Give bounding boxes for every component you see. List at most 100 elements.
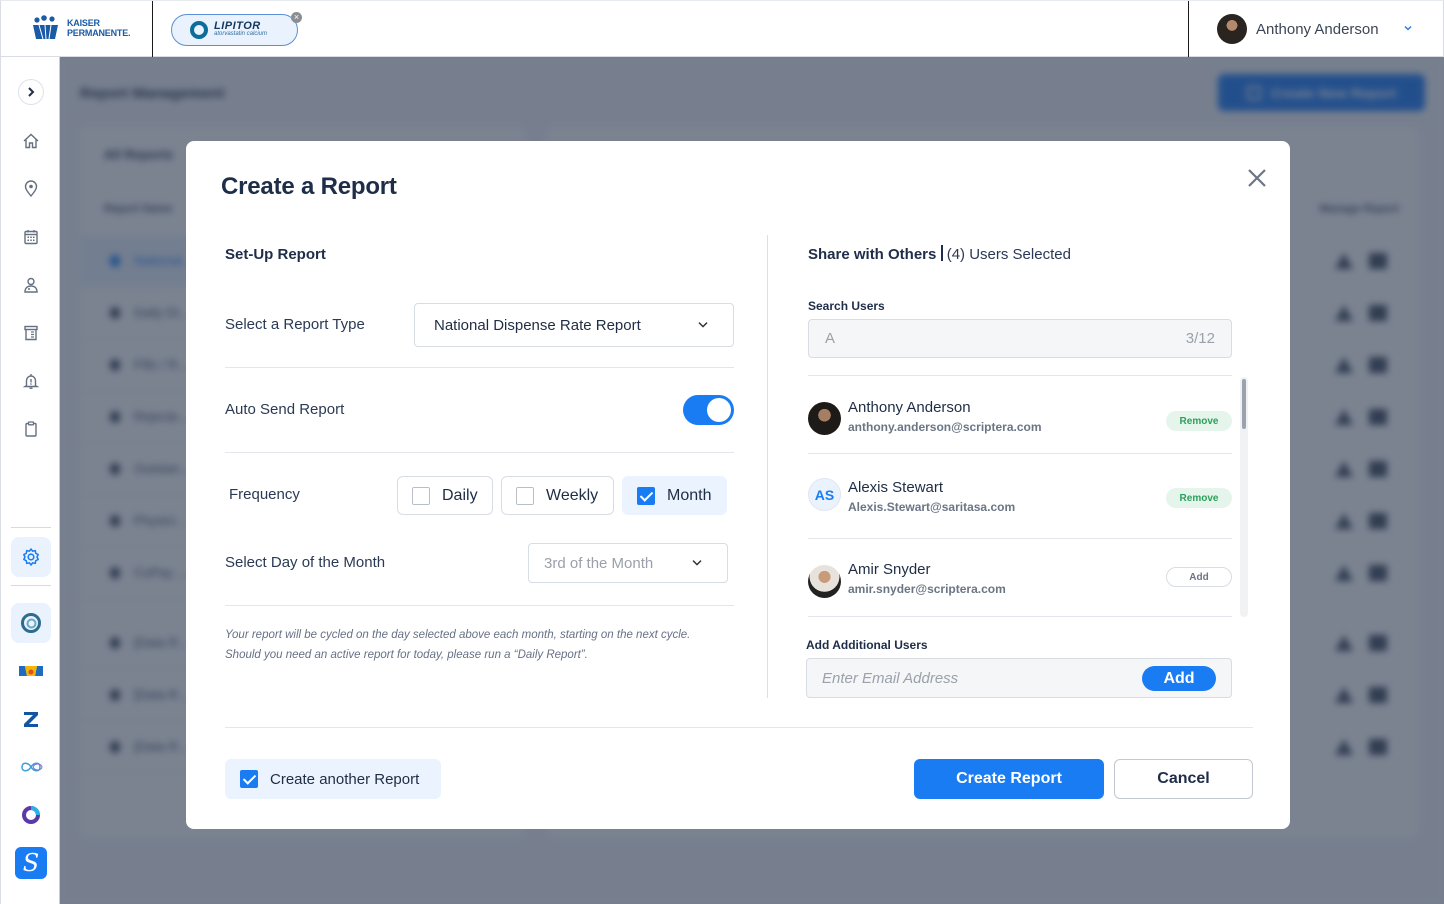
- checkbox-daily[interactable]: [412, 486, 430, 505]
- sidebar-divider: [11, 585, 51, 586]
- app-circle[interactable]: [15, 799, 47, 831]
- frequency-weekly-label: Weekly: [546, 486, 599, 504]
- infinity-app-icon: [21, 762, 43, 772]
- lipitor-app-icon: [21, 613, 41, 633]
- day-of-month-label: Select Day of the Month: [225, 554, 386, 571]
- app-z[interactable]: [15, 703, 47, 735]
- checkbox-create-another[interactable]: [240, 770, 258, 788]
- list-item: Anthony Anderson anthony.anderson@script…: [808, 375, 1232, 455]
- create-another-option[interactable]: Create another Report: [225, 759, 441, 799]
- scrollbar-thumb[interactable]: [1242, 379, 1246, 429]
- frequency-option-weekly[interactable]: Weekly: [501, 476, 614, 515]
- search-result-count: 3/12: [1185, 330, 1215, 347]
- brand-chip-name: LIPITOR: [214, 20, 261, 32]
- sidebar-item-archive[interactable]: [15, 317, 47, 349]
- chevron-down-icon[interactable]: [1403, 23, 1413, 33]
- z-app-icon: [24, 712, 38, 727]
- auto-send-toggle[interactable]: [683, 395, 734, 425]
- user-name: Amir Snyder: [848, 561, 931, 578]
- brand-chip-subtitle: atorvastatin calcium: [214, 31, 268, 37]
- sidebar-item-physicians[interactable]: [15, 269, 47, 301]
- avatar: [808, 565, 841, 598]
- sidebar: S: [0, 57, 60, 904]
- divider: [808, 616, 1232, 617]
- lipitor-logo-icon: [190, 21, 208, 39]
- divider: [225, 605, 734, 606]
- sidebar-item-calendar[interactable]: [15, 221, 47, 253]
- column-divider: [767, 235, 768, 698]
- chevron-down-icon: [698, 322, 708, 328]
- setup-section-title: Set-Up Report: [225, 246, 326, 263]
- close-icon[interactable]: [1244, 165, 1270, 191]
- sidebar-divider: [11, 527, 51, 528]
- doctor-icon: [24, 277, 38, 293]
- location-pin-icon: [24, 180, 38, 198]
- kaiser-permanente-logo[interactable]: KAISER PERMANENTE.: [31, 15, 131, 41]
- avatar-initials: AS: [808, 478, 841, 511]
- user-email: anthony.anderson@scriptera.com: [848, 420, 1042, 434]
- day-of-month-select[interactable]: 3rd of the Month: [528, 543, 728, 583]
- report-type-select[interactable]: National Dispense Rate Report: [414, 303, 734, 347]
- add-user-button[interactable]: Add: [1166, 567, 1232, 587]
- sidebar-item-clipboard[interactable]: [15, 413, 47, 445]
- calendar-icon: [24, 230, 38, 245]
- sidebar-item-alerts[interactable]: [15, 365, 47, 397]
- share-title-label: Share with Others: [808, 246, 937, 263]
- sidebar-expand-button[interactable]: [18, 79, 44, 105]
- logo-line-2: PERMANENTE.: [67, 28, 131, 38]
- frequency-option-month[interactable]: Month: [622, 476, 727, 515]
- chevron-right-icon: [28, 87, 35, 97]
- remove-user-button[interactable]: Remove: [1166, 411, 1232, 431]
- frequency-label: Frequency: [229, 486, 300, 503]
- checkbox-weekly[interactable]: [516, 486, 534, 505]
- header-divider: [1188, 1, 1189, 58]
- sidebar-item-locations[interactable]: [15, 173, 47, 205]
- share-title: Share with Others (4) Users Selected: [808, 245, 1071, 263]
- clipboard-icon: [25, 421, 37, 437]
- home-icon: [23, 133, 39, 149]
- divider: [225, 727, 1253, 728]
- avatar: [808, 402, 841, 435]
- auto-send-label: Auto Send Report: [225, 401, 345, 418]
- archive-icon: [24, 325, 38, 341]
- kaiser-logo-icon: [33, 15, 58, 40]
- user-name: Anthony Anderson: [848, 399, 971, 416]
- header-divider: [152, 1, 153, 58]
- create-report-modal: Create a Report Set-Up Report Select a R…: [186, 141, 1290, 829]
- email-placeholder: Enter Email Address: [822, 669, 959, 687]
- add-email-button[interactable]: Add: [1142, 666, 1216, 691]
- frequency-daily-label: Daily: [442, 486, 478, 504]
- brand-chip-lipitor[interactable]: LIPITOR atorvastatin calcium ×: [171, 12, 302, 46]
- close-icon[interactable]: ×: [291, 12, 302, 23]
- user-menu[interactable]: Anthony Anderson: [1217, 14, 1379, 44]
- report-type-value: National Dispense Rate Report: [434, 316, 641, 334]
- user-email: Alexis.Stewart@saritasa.com: [848, 500, 1016, 514]
- alert-bell-icon: [22, 374, 40, 389]
- settings-icon: [23, 548, 39, 566]
- app-crown[interactable]: [15, 655, 47, 687]
- search-users-input[interactable]: A 3/12: [808, 319, 1232, 358]
- kaiser-logo-text: KAISER PERMANENTE.: [67, 18, 131, 38]
- cancel-button[interactable]: Cancel: [1114, 759, 1253, 799]
- crown-app-icon: [19, 666, 43, 676]
- create-another-label: Create another Report: [270, 770, 420, 788]
- user-list-scrollbar[interactable]: [1240, 377, 1248, 617]
- toggle-knob: [707, 398, 731, 422]
- app-lipitor[interactable]: [11, 603, 51, 643]
- email-input[interactable]: Enter Email Address Add: [806, 658, 1232, 698]
- s-app-icon: S: [22, 849, 40, 877]
- remove-user-button[interactable]: Remove: [1166, 488, 1232, 508]
- app-infinity[interactable]: [15, 751, 47, 783]
- user-list: Anthony Anderson anthony.anderson@script…: [808, 375, 1232, 617]
- frequency-option-daily[interactable]: Daily: [397, 476, 493, 515]
- add-users-label: Add Additional Users: [806, 638, 928, 652]
- chevron-down-icon: [692, 560, 702, 566]
- app-s[interactable]: S: [15, 847, 47, 879]
- users-selected-count: (4) Users Selected: [946, 246, 1071, 263]
- checkbox-month[interactable]: [637, 486, 655, 505]
- create-report-button[interactable]: Create Report: [914, 759, 1104, 799]
- sidebar-item-settings[interactable]: [11, 537, 51, 577]
- day-of-month-value: 3rd of the Month: [544, 554, 654, 572]
- search-users-label: Search Users: [808, 299, 885, 313]
- sidebar-item-home[interactable]: [15, 125, 47, 157]
